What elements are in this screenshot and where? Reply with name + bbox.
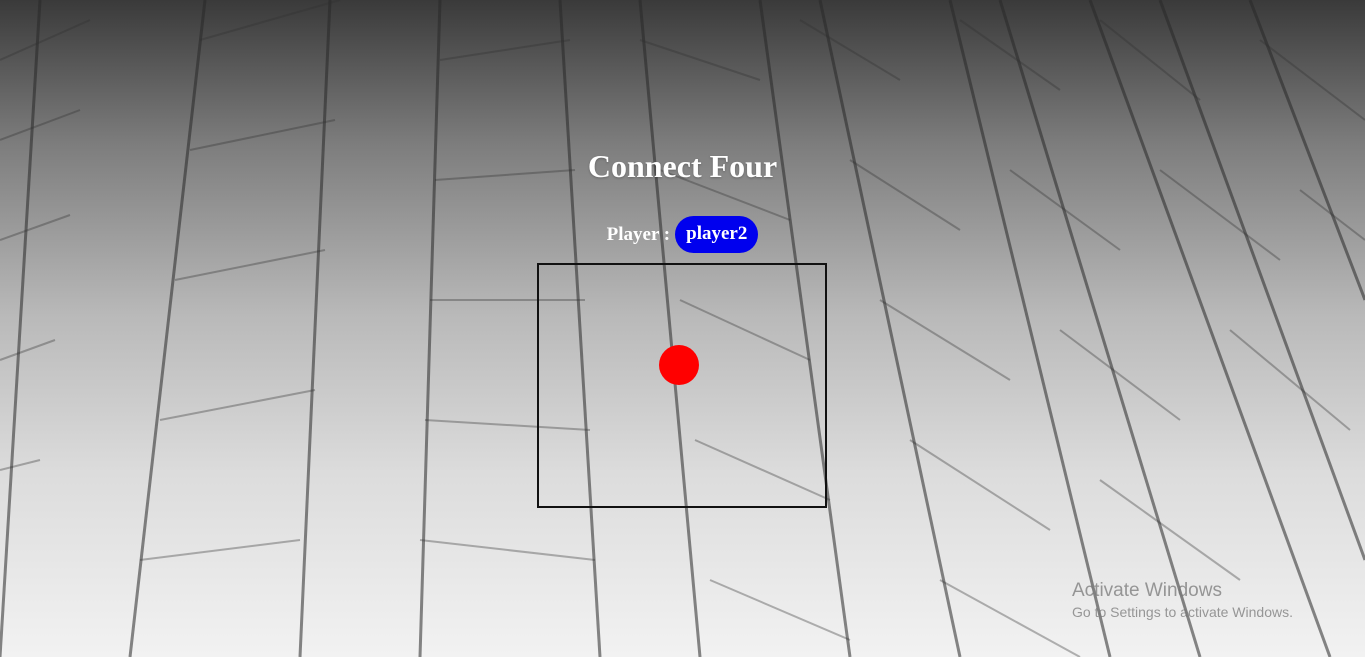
game-board[interactable] [537,263,827,508]
page-title: Connect Four [587,148,778,184]
watermark-subtitle: Go to Settings to activate Windows. [1072,604,1293,620]
red-disc[interactable] [659,345,699,385]
player-label: Player : [606,223,671,245]
current-player-badge: player2 [675,216,759,253]
watermark-title: Activate Windows [1072,580,1222,601]
current-player-indicator: Player : player2 [0,216,1365,253]
windows-activation-watermark: Activate Windows Go to Settings to activ… [1072,580,1293,622]
